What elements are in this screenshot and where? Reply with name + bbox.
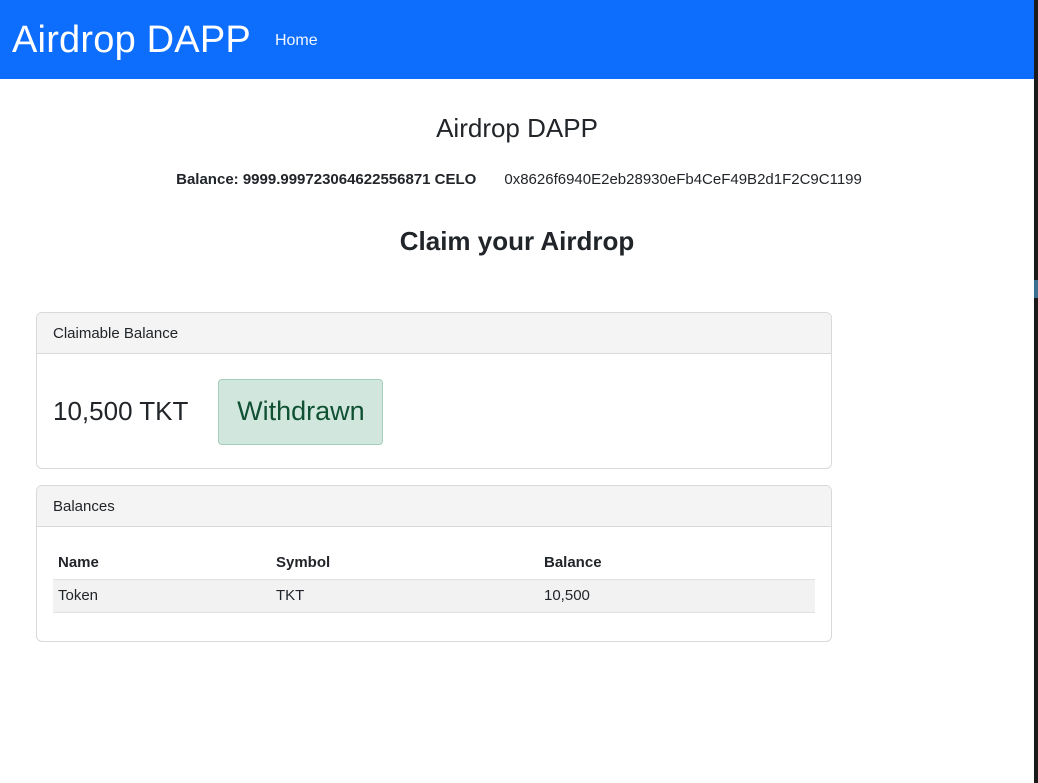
- column-balance-header: Balance: [544, 554, 602, 572]
- nav-link-home[interactable]: Home: [275, 32, 318, 50]
- balances-body: Name Symbol Balance Token TKT 10,500: [37, 527, 831, 633]
- token-name-cell: Token: [53, 578, 271, 613]
- claimable-amount: 10,500 TKT: [53, 396, 189, 426]
- withdrawn-button[interactable]: Withdrawn: [218, 378, 384, 445]
- claimable-balance-card: Claimable Balance 10,500 TKT Withdrawn: [36, 312, 832, 469]
- token-symbol-cell: TKT: [271, 578, 539, 613]
- balances-header: Balances: [37, 486, 831, 527]
- token-balance-cell: 10,500: [539, 578, 815, 613]
- top-navbar: Airdrop DAPP Home: [0, 0, 1034, 79]
- column-symbol-header: Symbol: [276, 554, 331, 572]
- claimable-balance-body: 10,500 TKT Withdrawn: [37, 354, 831, 468]
- brand-link[interactable]: Airdrop DAPP: [12, 21, 251, 59]
- wallet-address: 0x8626f6940E2eb28930eFb4CeF49B2d1F2C9C11…: [504, 171, 862, 188]
- table-header-row: Name Symbol Balance: [53, 547, 815, 579]
- scrollbar-thumb[interactable]: [1034, 280, 1038, 298]
- claim-heading: Claim your Airdrop: [399, 226, 635, 256]
- claimable-balance-header: Claimable Balance: [37, 313, 831, 354]
- page-title: Airdrop DAPP: [436, 113, 598, 143]
- table-row: Token TKT 10,500: [53, 578, 815, 613]
- wallet-balance: Balance: 9999.99972306462255687​1 CELO: [176, 171, 477, 188]
- balances-table: Name Symbol Balance Token TKT 10,500: [53, 547, 815, 613]
- window-edge: [1034, 0, 1038, 783]
- balances-card: Balances Name Symbol Balance Token TKT 1…: [36, 485, 832, 642]
- account-info: Balance: 9999.99972306462255687​1 CELO 0…: [0, 171, 1034, 188]
- column-name-header: Name: [58, 554, 99, 572]
